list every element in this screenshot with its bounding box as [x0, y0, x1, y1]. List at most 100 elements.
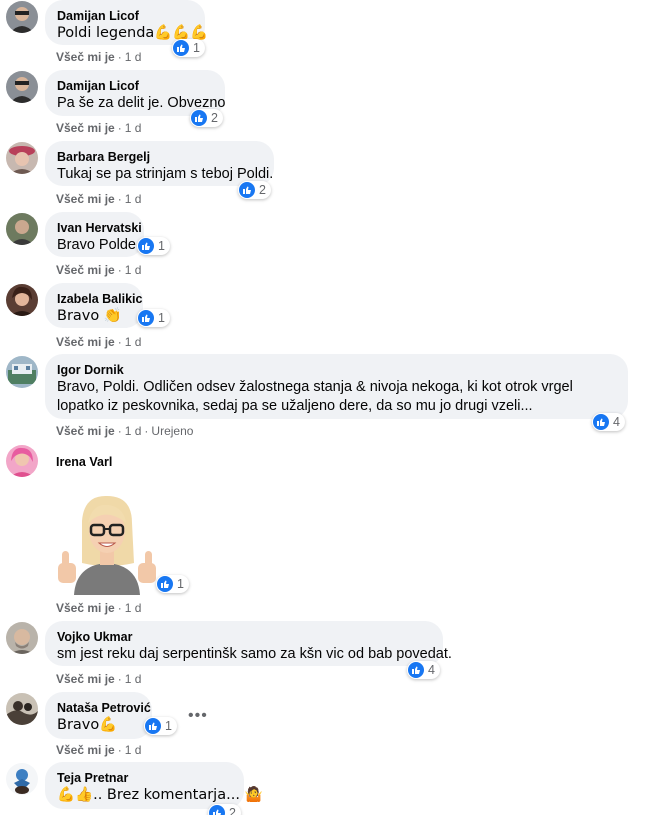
avatar[interactable]	[6, 693, 38, 725]
reaction-count: 4	[613, 415, 620, 429]
avatar[interactable]	[6, 284, 38, 316]
reaction-count: 1	[158, 239, 165, 253]
comment-actions: Všeč mi je · 1 d	[56, 600, 141, 616]
reaction-count: 1	[177, 577, 184, 591]
reaction-count-badge[interactable]: 2	[208, 804, 241, 815]
separator: ·	[117, 263, 122, 277]
reaction-count-badge[interactable]: 2	[190, 109, 223, 127]
like-button[interactable]: Všeč mi je	[56, 672, 115, 686]
comment-bubble: Igor Dornik Bravo, Poldi. Odličen odsev …	[45, 354, 628, 419]
comment-author[interactable]: Irena Varl	[56, 454, 112, 470]
reaction-count-badge[interactable]: 1	[137, 237, 170, 255]
comment-actions: Všeč mi je · 1 d	[56, 191, 141, 207]
comment-text: Bravo 👏	[57, 308, 122, 324]
reaction-count: 1	[158, 311, 165, 325]
like-button[interactable]: Všeč mi je	[56, 424, 115, 438]
avatar-thumbs-up-sticker[interactable]	[52, 493, 162, 595]
comment-bubble: Nataša Petrović Bravo💪	[45, 692, 152, 739]
like-icon	[239, 182, 255, 198]
like-icon	[191, 110, 207, 126]
avatar[interactable]	[6, 71, 38, 103]
comment-actions: Všeč mi je · 1 d	[56, 742, 141, 758]
like-icon	[138, 238, 154, 254]
comment-author[interactable]: Ivan Hervatski	[57, 220, 142, 236]
like-button[interactable]: Všeč mi je	[56, 601, 115, 615]
comment-bubble: Barbara Bergelj Tukaj se pa strinjam s t…	[45, 141, 274, 186]
reaction-count: 1	[165, 719, 172, 733]
comment-text: Bravo Polde	[57, 237, 136, 253]
comment-author[interactable]: Damijan Licof	[57, 78, 213, 94]
like-icon	[138, 310, 154, 326]
reaction-count: 2	[229, 806, 236, 815]
comment-author[interactable]: Igor Dornik	[57, 362, 616, 378]
reaction-count-badge[interactable]: 1	[156, 575, 189, 593]
reaction-count-badge[interactable]: 4	[592, 413, 625, 431]
separator: ·	[117, 50, 122, 64]
avatar[interactable]	[6, 445, 38, 477]
like-button[interactable]: Všeč mi je	[56, 192, 115, 206]
reaction-count: 2	[259, 183, 266, 197]
avatar[interactable]	[6, 1, 38, 33]
comment-actions: Všeč mi je · 1 d	[56, 262, 141, 278]
comment-actions: Všeč mi je · 1 d	[56, 671, 141, 687]
comment-author[interactable]: Nataša Petrović	[57, 700, 151, 716]
reaction-count-badge[interactable]: 2	[238, 181, 271, 199]
reaction-count-badge[interactable]: 1	[172, 39, 205, 57]
comment-text: Bravo💪	[57, 717, 118, 733]
like-button[interactable]: Všeč mi je	[56, 50, 115, 64]
separator: ·	[144, 424, 149, 438]
separator: ·	[117, 424, 122, 438]
comment-text: Bravo, Poldi. Odličen odsev žalostnega s…	[57, 379, 573, 414]
like-button[interactable]: Všeč mi je	[56, 743, 115, 757]
comment-thread: Damijan Licof Poldi legenda💪💪💪 1 Všeč mi…	[0, 0, 648, 815]
comment-bubble: Ivan Hervatski Bravo Polde	[45, 212, 144, 257]
timestamp[interactable]: 1 d	[125, 192, 142, 206]
comment-bubble: Vojko Ukmar sm jest reku daj serpentinšk…	[45, 621, 452, 666]
like-icon	[408, 662, 424, 678]
comment-bubble: Teja Pretnar 💪👍.. Brez komentarja... 🤷	[45, 762, 263, 809]
comment-actions: Všeč mi je · 1 d	[56, 120, 141, 136]
comment-author[interactable]: Damijan Licof	[57, 8, 193, 24]
like-button[interactable]: Všeč mi je	[56, 121, 115, 135]
timestamp[interactable]: 1 d	[125, 424, 142, 438]
like-button[interactable]: Všeč mi je	[56, 335, 115, 349]
timestamp[interactable]: 1 d	[125, 121, 142, 135]
comment-text: sm jest reku daj serpentinšk samo za kšn…	[57, 646, 452, 662]
reaction-count-badge[interactable]: 1	[144, 717, 177, 735]
timestamp[interactable]: 1 d	[125, 50, 142, 64]
avatar[interactable]	[6, 213, 38, 245]
reaction-count-badge[interactable]: 4	[407, 661, 440, 679]
comment-text: Tukaj se pa strinjam s teboj Poldi.	[57, 166, 274, 182]
timestamp[interactable]: 1 d	[125, 601, 142, 615]
comment-text: Poldi legenda💪💪💪	[57, 25, 209, 41]
comment-actions: Všeč mi je · 1 d	[56, 334, 141, 350]
avatar[interactable]	[6, 142, 38, 174]
timestamp[interactable]: 1 d	[125, 263, 142, 277]
like-icon	[173, 40, 189, 56]
comment-bubble: Izabela Balikic Bravo 👏	[45, 283, 143, 328]
separator: ·	[117, 121, 122, 135]
avatar[interactable]	[6, 356, 38, 388]
avatar[interactable]	[6, 622, 38, 654]
timestamp[interactable]: 1 d	[125, 743, 142, 757]
separator: ·	[117, 335, 122, 349]
like-icon	[145, 718, 161, 734]
separator: ·	[117, 601, 122, 615]
comment-author[interactable]: Barbara Bergelj	[57, 149, 262, 165]
reaction-count-badge[interactable]: 1	[137, 309, 170, 327]
separator: ·	[117, 192, 122, 206]
separator: ·	[117, 672, 122, 686]
like-icon	[593, 414, 609, 430]
reaction-count: 2	[211, 111, 218, 125]
reaction-count: 1	[193, 41, 200, 55]
edited-label[interactable]: Urejeno	[151, 424, 193, 438]
timestamp[interactable]: 1 d	[125, 335, 142, 349]
comment-author[interactable]: Izabela Balikic	[57, 291, 142, 307]
more-options-icon[interactable]: •••	[188, 708, 208, 724]
comment-author[interactable]: Vojko Ukmar	[57, 629, 431, 645]
timestamp[interactable]: 1 d	[125, 672, 142, 686]
comment-author[interactable]: Teja Pretnar	[57, 770, 232, 786]
avatar[interactable]	[6, 763, 38, 795]
like-button[interactable]: Všeč mi je	[56, 263, 115, 277]
reaction-count: 4	[428, 663, 435, 677]
